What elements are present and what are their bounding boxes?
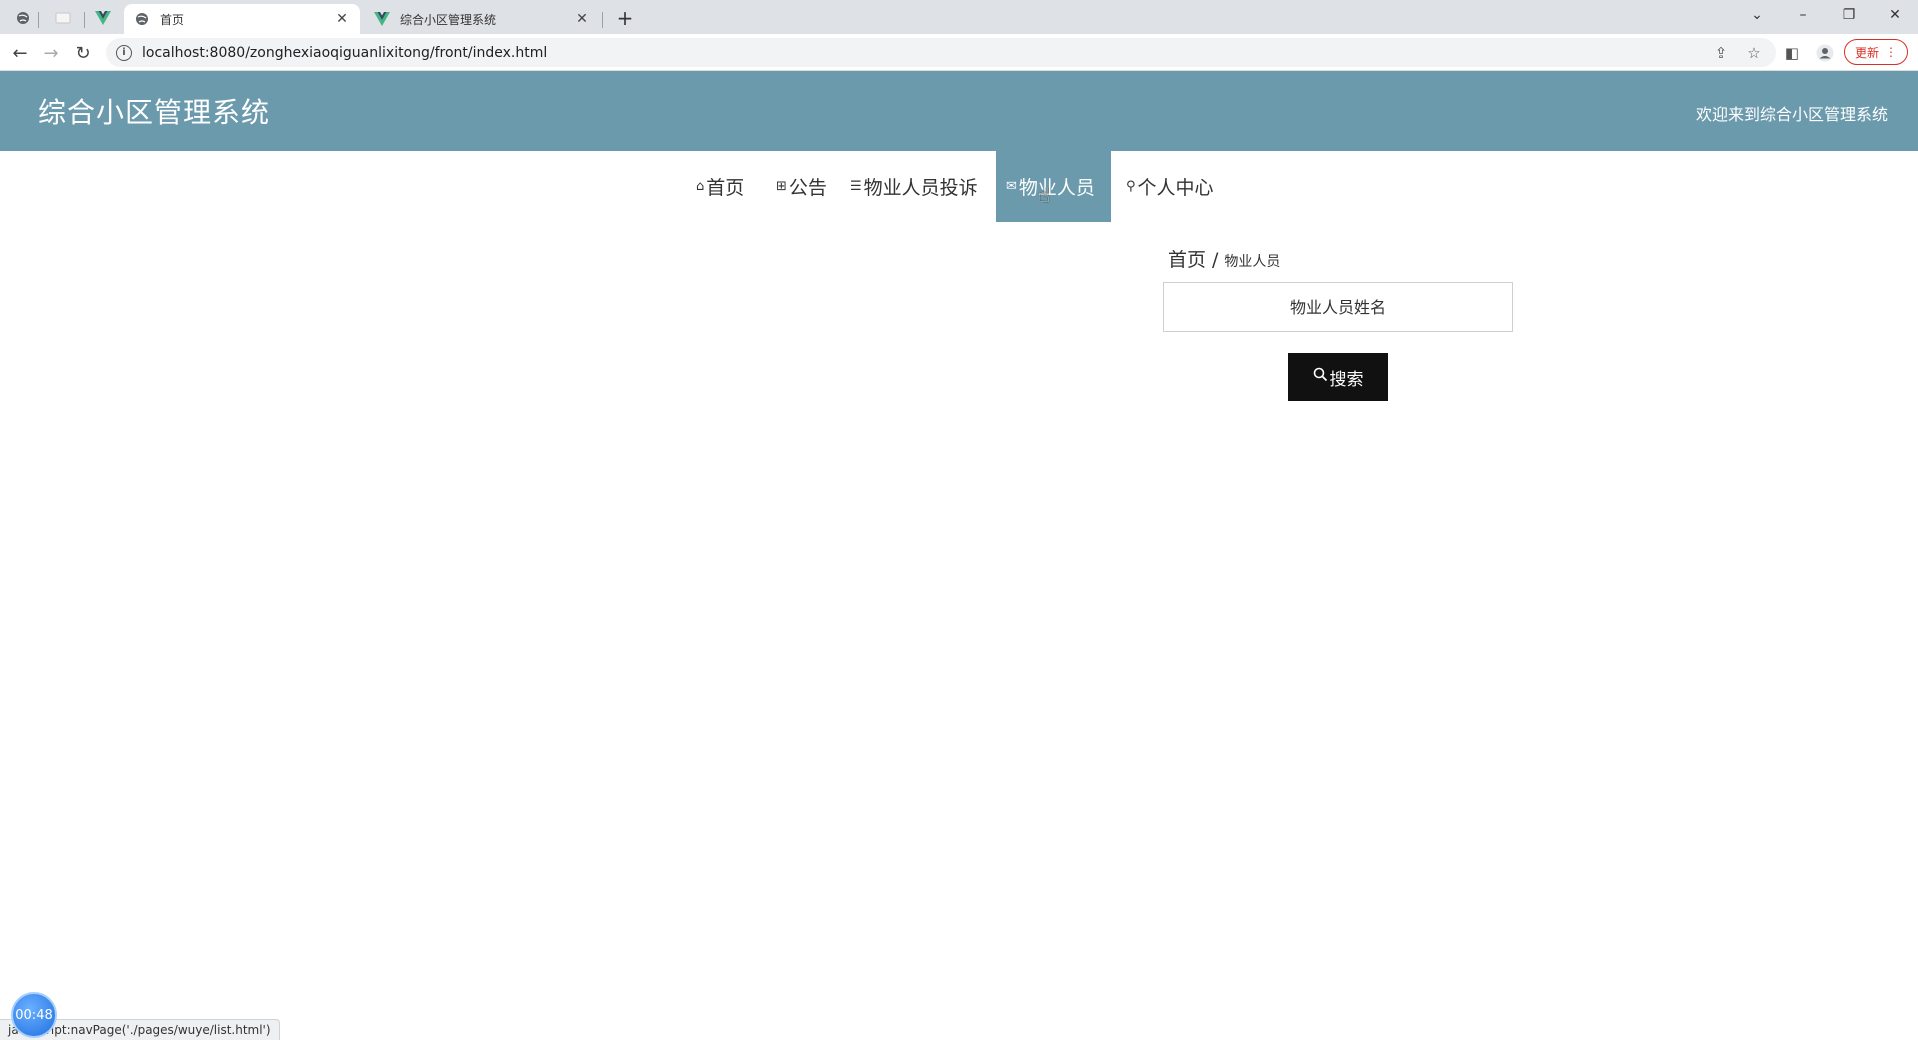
site-title: 综合小区管理系统 [38,96,271,129]
new-tab-button[interactable]: + [612,6,638,32]
minimize-icon[interactable]: – [1780,0,1826,30]
update-label: 更新 [1854,45,1879,60]
search-icon [1313,367,1328,387]
blank-page-icon[interactable] [48,5,78,31]
menu-item-notice[interactable]: ⊞ 公告 [766,151,837,222]
search-button-label: 搜索 [1329,369,1364,389]
star-icon[interactable]: ☆ [1744,43,1764,63]
menu-item-staff[interactable]: ✉ 物业人员 [996,151,1111,222]
window-close-icon[interactable]: ✕ [1872,0,1918,30]
grid-icon: ⊞ [776,179,787,194]
menu-item-label: 物业人员 [1018,177,1095,199]
vue-logo-icon[interactable] [88,5,118,31]
breadcrumb: 首页 / 物业人员 [1168,245,1280,272]
recording-timer: 00:48 [11,992,57,1038]
menu-item-label: 个人中心 [1137,177,1214,199]
tab-search-icon[interactable]: ⌄ [1734,0,1780,30]
tab-title: 首页 [160,12,185,27]
menu-item-complaints[interactable]: ☰ 物业人员投诉 [840,151,988,222]
user-icon: ⚲ [1126,179,1136,194]
info-icon[interactable]: i [116,44,132,61]
site-header: 综合小区管理系统 欢迎来到综合小区管理系统 [0,71,1918,151]
mail-icon: ✉ [1006,179,1017,194]
profile-icon[interactable] [1815,43,1835,63]
url-text: localhost:8080/zonghexiaoqiguanlixitong/… [142,44,548,61]
globe-icon[interactable] [8,5,38,31]
restore-icon[interactable]: ❐ [1826,0,1872,30]
breadcrumb-home[interactable]: 首页 [1168,245,1206,272]
address-toolbar: ← → ↻ i localhost:8080/zonghexiaoqiguanl… [0,34,1918,71]
share-icon[interactable]: ⇪ [1711,43,1731,63]
layers-icon: ☰ [850,179,862,194]
breadcrumb-current: 物业人员 [1224,254,1281,270]
tab-system[interactable]: 综合小区管理系统 ✕ [364,4,600,34]
globe-icon [134,11,150,27]
update-button[interactable]: 更新 ⋮ [1844,39,1908,65]
welcome-text: 欢迎来到综合小区管理系统 [1695,105,1888,124]
main-menu: ⌂ 首页 ⊞ 公告 ☰ 物业人员投诉 ✉ 物业人员 ⚲ 个人中心 [0,151,1918,222]
tab-title: 综合小区管理系统 [400,12,497,27]
menu-item-label: 首页 [706,177,745,199]
tab-home[interactable]: 首页 ✕ [124,4,360,34]
search-button[interactable]: 搜索 [1288,353,1388,401]
browser-tab-strip: 首页 ✕ 综合小区管理系统 ✕ + ⌄ – ❐ ✕ [0,0,1918,34]
menu-item-profile[interactable]: ⚲ 个人中心 [1116,151,1224,222]
menu-item-label: 物业人员投诉 [863,177,978,199]
forward-icon[interactable]: → [38,40,64,66]
breadcrumb-separator: / [1212,249,1219,271]
menu-item-label: 公告 [788,177,827,199]
side-panel-icon[interactable]: ◧ [1782,43,1802,63]
close-icon[interactable]: ✕ [574,11,590,27]
reload-icon[interactable]: ↻ [70,40,96,66]
back-icon[interactable]: ← [7,40,33,66]
home-icon: ⌂ [696,179,705,194]
mouse-cursor-icon: ☝ [1038,183,1051,207]
close-icon[interactable]: ✕ [334,11,350,27]
menu-item-home[interactable]: ⌂ 首页 [686,151,754,222]
staff-name-search-input[interactable] [1163,282,1513,332]
more-icon: ⋮ [1885,45,1897,59]
address-bar[interactable]: i localhost:8080/zonghexiaoqiguanlixiton… [106,38,1776,67]
vue-logo-icon [374,11,390,27]
